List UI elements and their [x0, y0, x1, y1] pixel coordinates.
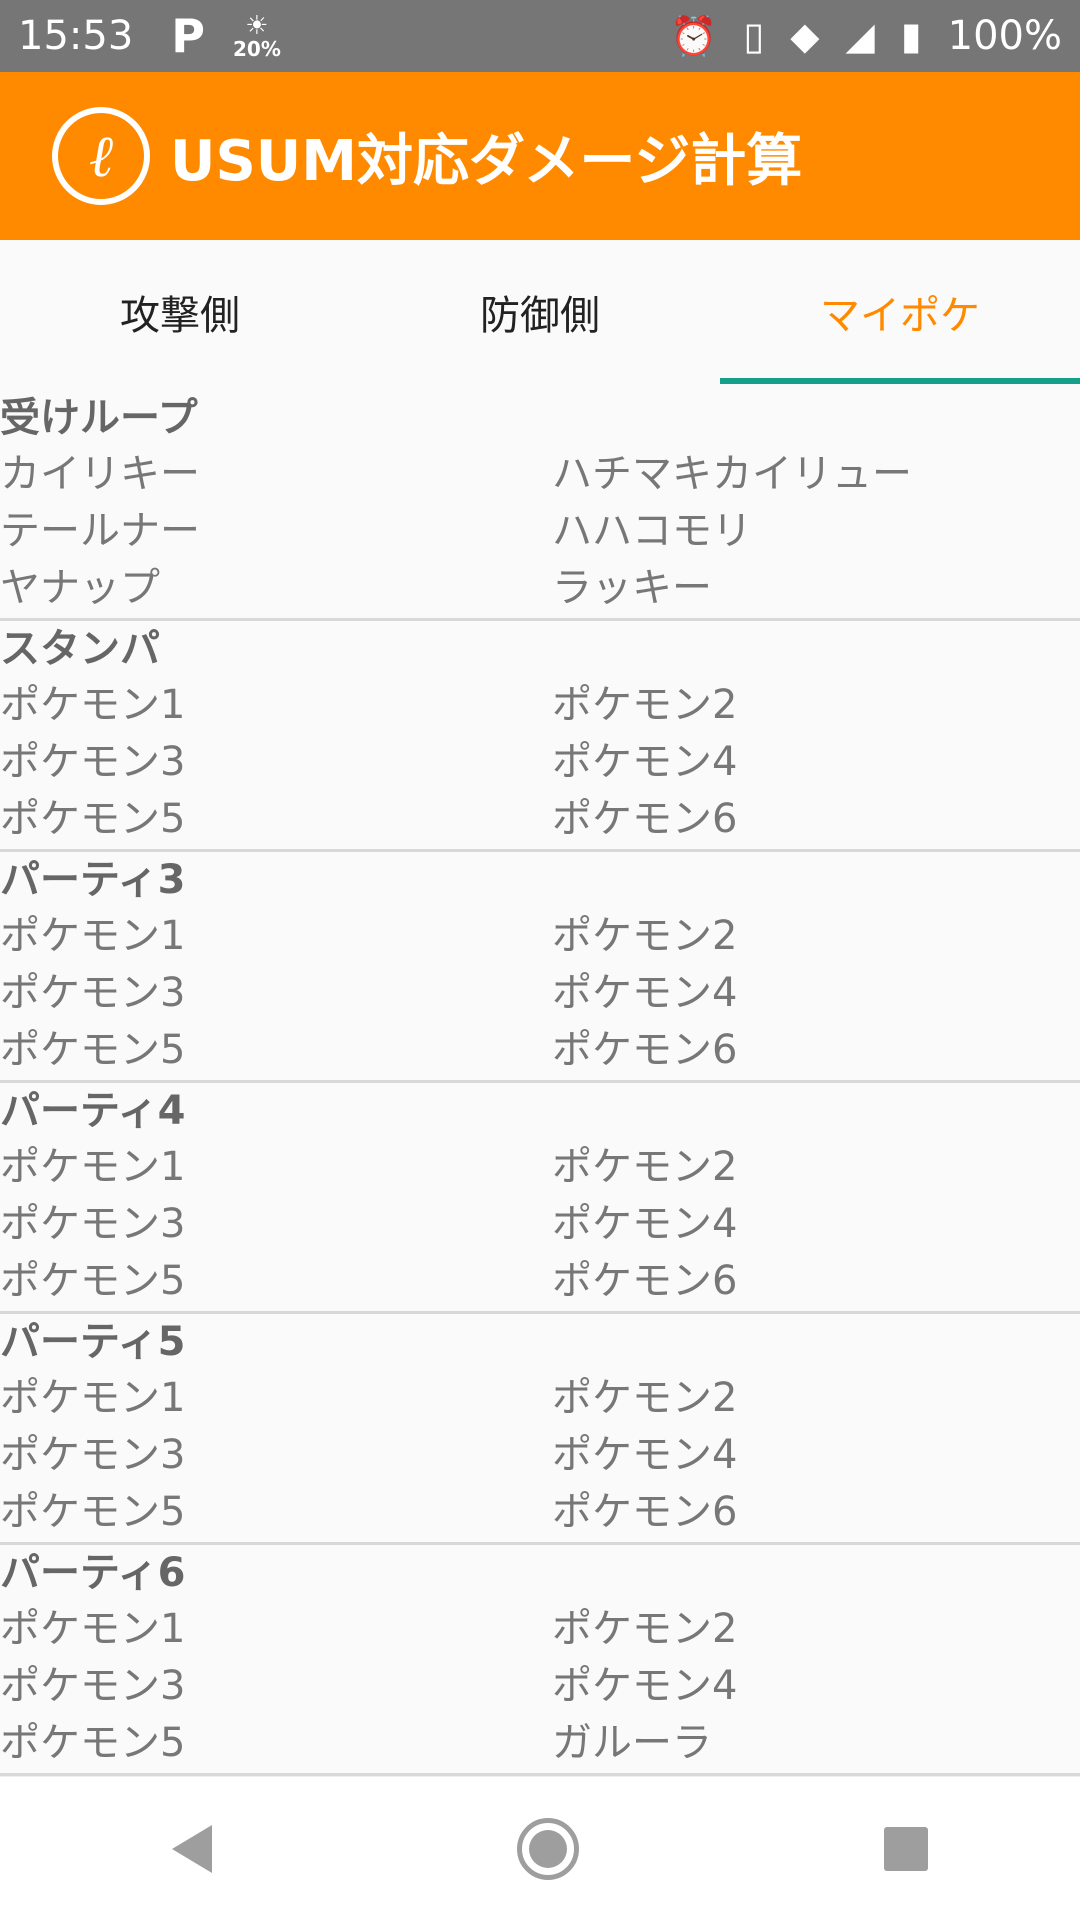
- party-member: ポケモン1: [0, 913, 186, 959]
- status-right-icons: ⏰ ▯ ◆ ◢ ▮ 100%: [670, 13, 1062, 59]
- party-title: パーティ4: [0, 1088, 186, 1134]
- party-member: ポケモン1: [0, 682, 186, 728]
- tab-my-pokemon[interactable]: マイポケ: [720, 240, 1080, 384]
- tab-attacker[interactable]: 攻撃側: [0, 240, 360, 384]
- party-member: ポケモン4: [552, 1201, 738, 1247]
- app-title: USUM対応ダメージ計算: [170, 128, 803, 194]
- party-member: ポケモン2: [552, 682, 738, 728]
- party-title: パーティ6: [0, 1550, 186, 1596]
- party-group[interactable]: 受けループカイリキー ハチマキカイリューテールナー ハハコモリヤナップ ラッキー: [0, 390, 1080, 621]
- party-title: スタンパ: [0, 626, 160, 672]
- party-member: ポケモン1: [0, 1144, 186, 1190]
- party-member: ポケモン1: [0, 1606, 186, 1652]
- status-time: 15:53: [18, 13, 134, 59]
- party-group[interactable]: パーティ6 ポケモン1 ポケモン2 ポケモン3 ポケモン4 ポケモン5 ガルーラ: [0, 1545, 1080, 1776]
- party-group[interactable]: スタンパポケモン1 ポケモン2 ポケモン3 ポケモン4 ポケモン5 ポケモン6: [0, 621, 1080, 852]
- party-member: ポケモン5: [0, 1258, 186, 1304]
- party-member: ラッキー: [552, 565, 712, 611]
- home-icon[interactable]: [516, 1817, 579, 1880]
- party-member: ポケモン2: [552, 913, 738, 959]
- signal-icon: ◢: [845, 14, 875, 58]
- party-member: テールナー: [0, 508, 200, 554]
- party-member: ポケモン4: [552, 970, 738, 1016]
- status-left-icons: P ☀ 20%: [171, 9, 281, 63]
- party-member: ポケモン3: [0, 1201, 186, 1247]
- party-member: ポケモン2: [552, 1375, 738, 1421]
- party-member: ポケモン6: [552, 796, 738, 842]
- party-group[interactable]: パーティ5 ポケモン1 ポケモン2 ポケモン3 ポケモン4 ポケモン5 ポケモン6: [0, 1314, 1080, 1545]
- weather-icon: ☀ 20%: [233, 13, 281, 59]
- party-group[interactable]: パーティ3 ポケモン1 ポケモン2 ポケモン3 ポケモン4 ポケモン5 ポケモン6: [0, 852, 1080, 1083]
- party-member: ポケモン1: [0, 1375, 186, 1421]
- party-member: ポケモン4: [552, 739, 738, 785]
- battery-percent: 100%: [947, 13, 1062, 59]
- battery-charging-icon: ▮: [900, 14, 922, 58]
- party-member: ポケモン2: [552, 1144, 738, 1190]
- navigation-bar: [0, 1776, 1080, 1920]
- tab-defender[interactable]: 防御側: [360, 240, 720, 384]
- party-member: ポケモン5: [0, 1720, 186, 1766]
- weather-percent: 20%: [233, 37, 281, 61]
- party-member: ポケモン3: [0, 1432, 186, 1478]
- party-member: ポケモン4: [552, 1432, 738, 1478]
- party-group[interactable]: パーティ4 ポケモン1 ポケモン2 ポケモン3 ポケモン4 ポケモン5 ポケモン6: [0, 1083, 1080, 1314]
- sun-cloud-icon: ☀: [245, 11, 269, 41]
- party-title: 受けループ: [0, 395, 198, 441]
- party-member: ポケモン6: [552, 1027, 738, 1073]
- app-logo-icon: ℓ: [52, 107, 150, 205]
- party-member: ポケモン3: [0, 739, 186, 785]
- party-member: カイリキー: [0, 451, 200, 497]
- wifi-icon: ◆: [790, 14, 820, 58]
- party-member: ポケモン5: [0, 796, 186, 842]
- party-title: パーティ3: [0, 857, 186, 903]
- party-member: ポケモン6: [552, 1489, 738, 1535]
- party-title: パーティ5: [0, 1319, 186, 1365]
- party-member: ヤナップ: [0, 565, 160, 611]
- tab-bar: 攻撃側 防御側 マイポケ: [0, 240, 1080, 384]
- party-member: ポケモン2: [552, 1606, 738, 1652]
- party-member: ポケモン3: [0, 1663, 186, 1709]
- party-member: ポケモン4: [552, 1663, 738, 1709]
- party-member: ポケモン5: [0, 1489, 186, 1535]
- recent-apps-icon[interactable]: [883, 1826, 928, 1871]
- parking-icon: P: [171, 9, 205, 63]
- party-member: ポケモン6: [552, 1258, 738, 1304]
- status-bar: 15:53 P ☀ 20% ⏰ ▯ ◆ ◢ ▮ 100%: [0, 0, 1080, 72]
- alarm-icon: ⏰: [670, 13, 718, 58]
- back-icon[interactable]: [172, 1824, 213, 1873]
- party-member: ポケモン5: [0, 1027, 186, 1073]
- party-member: ガルーラ: [552, 1720, 712, 1766]
- vibrate-icon: ▯: [743, 14, 765, 58]
- party-member: ポケモン3: [0, 970, 186, 1016]
- app-bar: ℓ USUM対応ダメージ計算: [0, 72, 1080, 240]
- party-member: ハチマキカイリュー: [552, 451, 912, 497]
- party-member: ハハコモリ: [552, 508, 752, 554]
- party-list: 受けループカイリキー ハチマキカイリューテールナー ハハコモリヤナップ ラッキースタン…: [0, 390, 1080, 1776]
